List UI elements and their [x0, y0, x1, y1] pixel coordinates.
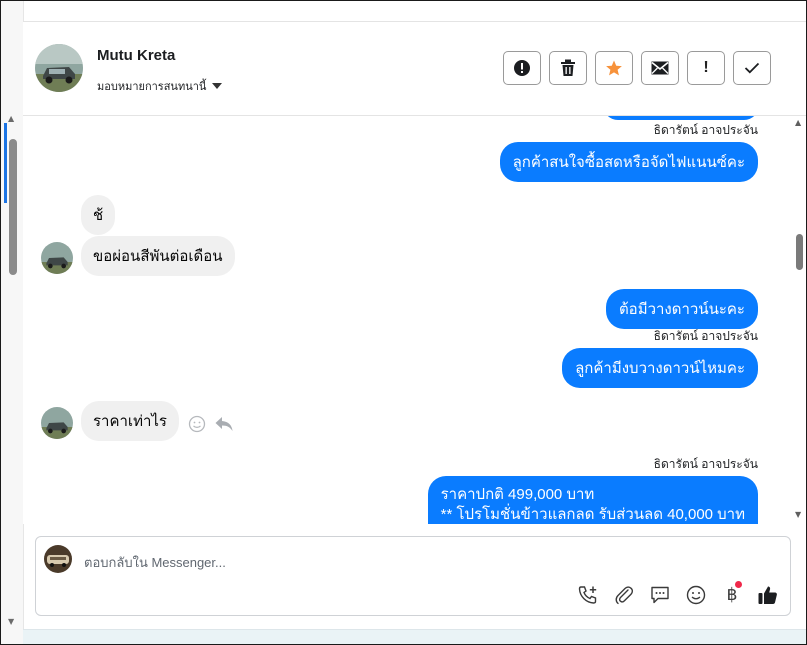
message-bubble-outgoing[interactable]: ลูกค้ามีงบวางดาวน์ไหมคะ	[562, 348, 758, 388]
exclamation-icon: !	[703, 59, 709, 76]
envelope-icon	[651, 61, 669, 75]
caret-down-icon	[212, 83, 223, 89]
message-bubble-clipped[interactable]	[603, 116, 759, 120]
composer-toolbar: ฿	[576, 581, 780, 607]
message-bubble-incoming[interactable]: ขอผ่อนสีพันต่อเดือน	[81, 236, 235, 276]
trash-icon	[561, 59, 575, 76]
star-icon	[606, 60, 622, 76]
page-avatar	[44, 545, 72, 573]
baht-icon[interactable]: ฿	[720, 581, 744, 607]
sender-name: ธิดารัตน์ อาจประจัน	[653, 329, 758, 343]
scroll-up-arrow-icon[interactable]: ▲	[795, 118, 801, 127]
notification-dot	[735, 581, 742, 588]
alert-circle-icon	[514, 60, 530, 76]
reply-composer[interactable]: ตอบกลับใน Messenger... ฿	[35, 536, 791, 616]
contact-avatar-small	[41, 407, 73, 439]
message-bubble-incoming[interactable]: ราคาเท่าไร	[81, 401, 179, 441]
message-line: ** โปรโมชั่นข้าวแลกลด รับส่วนลด 40,000 บ…	[440, 506, 745, 523]
scroll-down-arrow-icon[interactable]: ▼	[8, 617, 14, 626]
reply-input[interactable]: ตอบกลับใน Messenger...	[84, 552, 226, 573]
star-button[interactable]	[595, 51, 633, 85]
message-bubble-outgoing-multiline[interactable]: ราคาปกติ 499,000 บาท ** โปรโมชั่นข้าวแลก…	[427, 476, 758, 524]
saved-reply-icon[interactable]	[648, 583, 672, 607]
top-divider	[23, 1, 806, 22]
paperclip-icon[interactable]	[612, 583, 636, 607]
delete-button[interactable]	[549, 51, 587, 85]
mark-spam-button[interactable]	[503, 51, 541, 85]
follow-up-button[interactable]: !	[687, 51, 725, 85]
header-action-toolbar: !	[503, 51, 771, 85]
message-line: ราคาปกติ 499,000 บาท	[440, 486, 595, 503]
contact-avatar[interactable]	[35, 44, 83, 92]
assign-label: มอบหมายการสนทนานี้	[97, 80, 207, 93]
mark-done-button[interactable]	[733, 51, 771, 85]
thread-scrollbar[interactable]: ▲ ▼	[792, 116, 806, 524]
check-icon	[744, 62, 760, 74]
selection-accent	[4, 123, 7, 203]
scrollbar-thumb[interactable]	[796, 234, 803, 270]
mark-unread-button[interactable]	[641, 51, 679, 85]
conversation-header: Mutu Kreta มอบหมายการสนทนานี้ !	[23, 22, 806, 116]
sender-name: ธิดารัตน์ อาจประจัน	[653, 123, 758, 137]
scrollbar-thumb[interactable]	[9, 139, 17, 275]
messenger-inbox-window: ▲ ▼ Mutu Kreta มอบหมายการสนทนานี้ ! ธิดา…	[0, 0, 807, 645]
assign-conversation-dropdown[interactable]: มอบหมายการสนทนานี้	[97, 77, 223, 95]
sender-name: ธิดารัตน์ อาจประจัน	[653, 457, 758, 471]
baht-symbol: ฿	[726, 585, 738, 605]
scroll-up-arrow-icon[interactable]: ▲	[8, 114, 14, 123]
emoji-icon[interactable]	[684, 583, 708, 607]
contact-name: Mutu Kreta	[97, 47, 176, 64]
reply-icon[interactable]	[214, 415, 234, 433]
bottom-status-strip	[23, 629, 806, 644]
message-hover-actions	[188, 415, 234, 433]
scroll-down-arrow-icon[interactable]: ▼	[795, 510, 801, 519]
message-thread[interactable]: ธิดารัตน์ อาจประจัน ลูกค้าสนใจซื้อสดหรือ…	[23, 116, 806, 524]
message-bubble-incoming[interactable]: ช้	[81, 195, 116, 235]
contact-avatar-small	[41, 242, 73, 274]
phone-plus-icon[interactable]	[576, 583, 600, 607]
message-bubble-outgoing[interactable]: ลูกค้าสนใจซื้อสดหรือจัดไฟแนนซ์คะ	[499, 142, 758, 182]
thumbs-up-icon[interactable]	[756, 583, 780, 607]
page-scrollbar[interactable]: ▲ ▼	[1, 1, 24, 644]
message-bubble-outgoing[interactable]: ต้อมีวางดาวน์นะคะ	[605, 289, 758, 329]
smiley-icon[interactable]	[188, 415, 206, 433]
